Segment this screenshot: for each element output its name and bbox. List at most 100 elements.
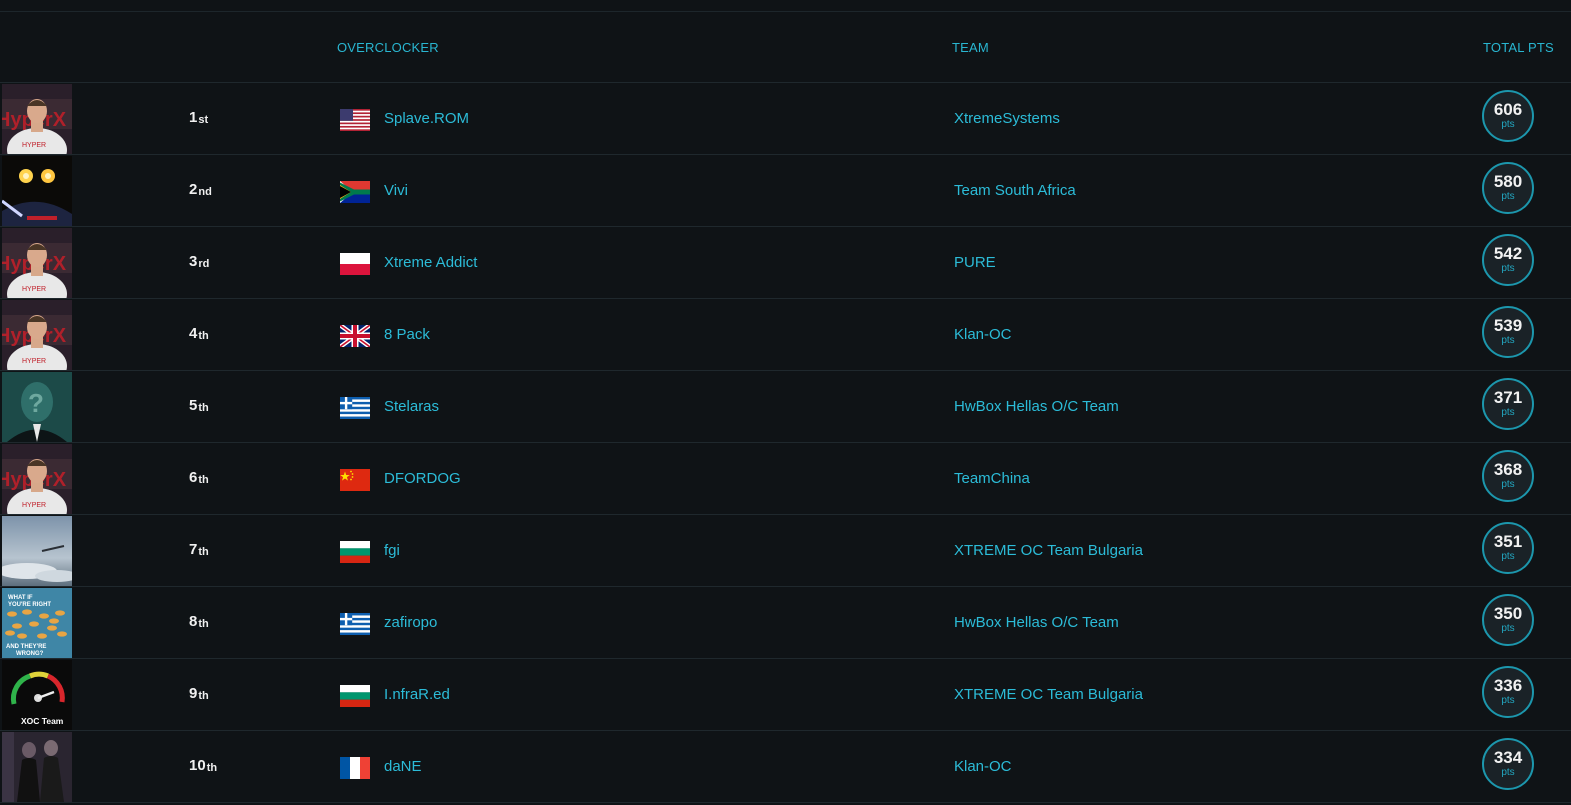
team-name-link[interactable]: XTREME OC Team Bulgaria	[954, 542, 1143, 559]
points-badge: 336 pts	[1482, 666, 1534, 718]
team-name-link[interactable]: PURE	[954, 254, 996, 271]
overclocker-name-link[interactable]: Stelaras	[384, 398, 439, 415]
header-team[interactable]: TEAM	[952, 40, 989, 55]
avatar-caption: XOC Team	[21, 716, 64, 726]
avatar[interactable]: WHAT IF YOU'RE RIGHT AND THEY'RE WRONG?	[2, 588, 72, 658]
points-badge: 580 pts	[1482, 162, 1534, 214]
points-label: pts	[1501, 335, 1515, 346]
rank: 6th	[189, 469, 209, 486]
points-value: 580	[1493, 172, 1523, 191]
points-value: 334	[1493, 748, 1523, 767]
points-badge: 334 pts	[1482, 738, 1534, 790]
rank: 3rd	[189, 253, 209, 270]
overclocker-name-link[interactable]: Vivi	[384, 182, 408, 199]
rank-suffix: th	[198, 690, 209, 702]
team-name-link[interactable]: XTREME OC Team Bulgaria	[954, 686, 1143, 703]
cn-flag-icon	[340, 469, 370, 491]
svg-text:HYPER: HYPER	[22, 358, 46, 365]
points-value: 351	[1493, 532, 1523, 551]
points-label: pts	[1501, 191, 1515, 202]
rank-suffix: nd	[198, 186, 212, 198]
rank: 1st	[189, 109, 208, 126]
svg-text:YOU'RE RIGHT: YOU'RE RIGHT	[8, 602, 51, 608]
points-badge: 542 pts	[1482, 234, 1534, 286]
rank-number: 10	[189, 757, 206, 774]
table-header: OVERCLOCKER TEAM TOTAL PTS	[0, 12, 1571, 83]
points-value: 539	[1493, 316, 1523, 335]
avatar[interactable]	[2, 516, 72, 586]
avatar[interactable]: HyperX HYPER	[2, 300, 72, 370]
overclocker-name-link[interactable]: 8 Pack	[384, 326, 430, 343]
rank: 2nd	[189, 181, 212, 198]
points-label: pts	[1501, 767, 1515, 778]
overclocker-name-link[interactable]: fgi	[384, 542, 400, 559]
rank-number: 3	[189, 253, 198, 270]
avatar[interactable]: HyperX HYPER	[2, 84, 72, 154]
avatar[interactable]: HyperX HYPER	[2, 444, 72, 514]
leaderboard-table: HyperX HYPER 1st Splave.ROM XtremeSystem…	[0, 83, 1571, 803]
points-badge: 539 pts	[1482, 306, 1534, 358]
rank-number: 6	[189, 469, 198, 486]
team-name-link[interactable]: TeamChina	[954, 470, 1030, 487]
avatar[interactable]: ?	[2, 372, 72, 442]
svg-text:HYPER: HYPER	[22, 142, 46, 149]
rank: 4th	[189, 325, 209, 342]
rank-suffix: th	[198, 618, 209, 630]
overclocker-name-link[interactable]: zafiropo	[384, 614, 437, 631]
svg-text:WRONG?: WRONG?	[16, 651, 44, 657]
table-row: HyperX HYPER 4th 8 Pack Klan-OC 539 pts	[0, 299, 1571, 371]
gr-flag-icon	[340, 397, 370, 419]
team-name-link[interactable]: Klan-OC	[954, 326, 1012, 343]
points-value: 368	[1493, 460, 1523, 479]
overclocker-name-link[interactable]: DFORDOG	[384, 470, 461, 487]
header-total-pts[interactable]: TOTAL PTS	[1483, 40, 1554, 55]
avatar[interactable]: XOC Team	[2, 660, 72, 730]
table-row: HyperX HYPER 1st Splave.ROM XtremeSystem…	[0, 83, 1571, 155]
overclocker-name-link[interactable]: Xtreme Addict	[384, 254, 477, 271]
rank-suffix: rd	[198, 258, 210, 270]
rank: 9th	[189, 685, 209, 702]
rank-suffix: th	[198, 330, 209, 342]
rank-number: 7	[189, 541, 198, 558]
overclocker-name-link[interactable]: I.nfraR.ed	[384, 686, 450, 703]
pl-flag-icon	[340, 253, 370, 275]
top-strip	[0, 0, 1571, 12]
rank: 7th	[189, 541, 209, 558]
rank-number: 2	[189, 181, 198, 198]
svg-text:HYPER: HYPER	[22, 502, 46, 509]
team-name-link[interactable]: XtremeSystems	[954, 110, 1060, 127]
header-overclocker[interactable]: OVERCLOCKER	[337, 40, 439, 55]
points-value: 336	[1493, 676, 1523, 695]
rank: 10th	[189, 757, 217, 774]
team-name-link[interactable]: Team South Africa	[954, 182, 1076, 199]
team-name-link[interactable]: HwBox Hellas O/C Team	[954, 614, 1119, 631]
svg-text:AND THEY'RE: AND THEY'RE	[6, 644, 46, 650]
team-name-link[interactable]: HwBox Hellas O/C Team	[954, 398, 1119, 415]
points-badge: 371 pts	[1482, 378, 1534, 430]
avatar[interactable]: HyperX HYPER	[2, 228, 72, 298]
fr-flag-icon	[340, 757, 370, 779]
rank-suffix: th	[198, 402, 209, 414]
overclocker-name-link[interactable]: Splave.ROM	[384, 110, 469, 127]
points-label: pts	[1501, 263, 1515, 274]
table-row: ? 5th Stelaras HwBox Hellas O/C Team 371…	[0, 371, 1571, 443]
avatar[interactable]	[2, 732, 72, 802]
rank-number: 5	[189, 397, 198, 414]
za-flag-icon	[340, 181, 370, 203]
rank-number: 4	[189, 325, 198, 342]
team-name-link[interactable]: Klan-OC	[954, 758, 1012, 775]
avatar[interactable]	[2, 156, 72, 226]
table-row: WHAT IF YOU'RE RIGHT AND THEY'RE WRONG? …	[0, 587, 1571, 659]
svg-text:HYPER: HYPER	[22, 286, 46, 293]
points-value: 371	[1493, 388, 1523, 407]
points-badge: 606 pts	[1482, 90, 1534, 142]
table-row: HyperX HYPER 3rd Xtreme Addict PURE 542 …	[0, 227, 1571, 299]
points-value: 606	[1493, 100, 1523, 119]
points-label: pts	[1501, 623, 1515, 634]
bg-flag-icon	[340, 685, 370, 707]
svg-text:?: ?	[28, 388, 44, 418]
bg-flag-icon	[340, 541, 370, 563]
rank-number: 1	[189, 109, 198, 126]
overclocker-name-link[interactable]: daNE	[384, 758, 422, 775]
table-row: HyperX HYPER 6th DFORDOG TeamChina 368 p…	[0, 443, 1571, 515]
